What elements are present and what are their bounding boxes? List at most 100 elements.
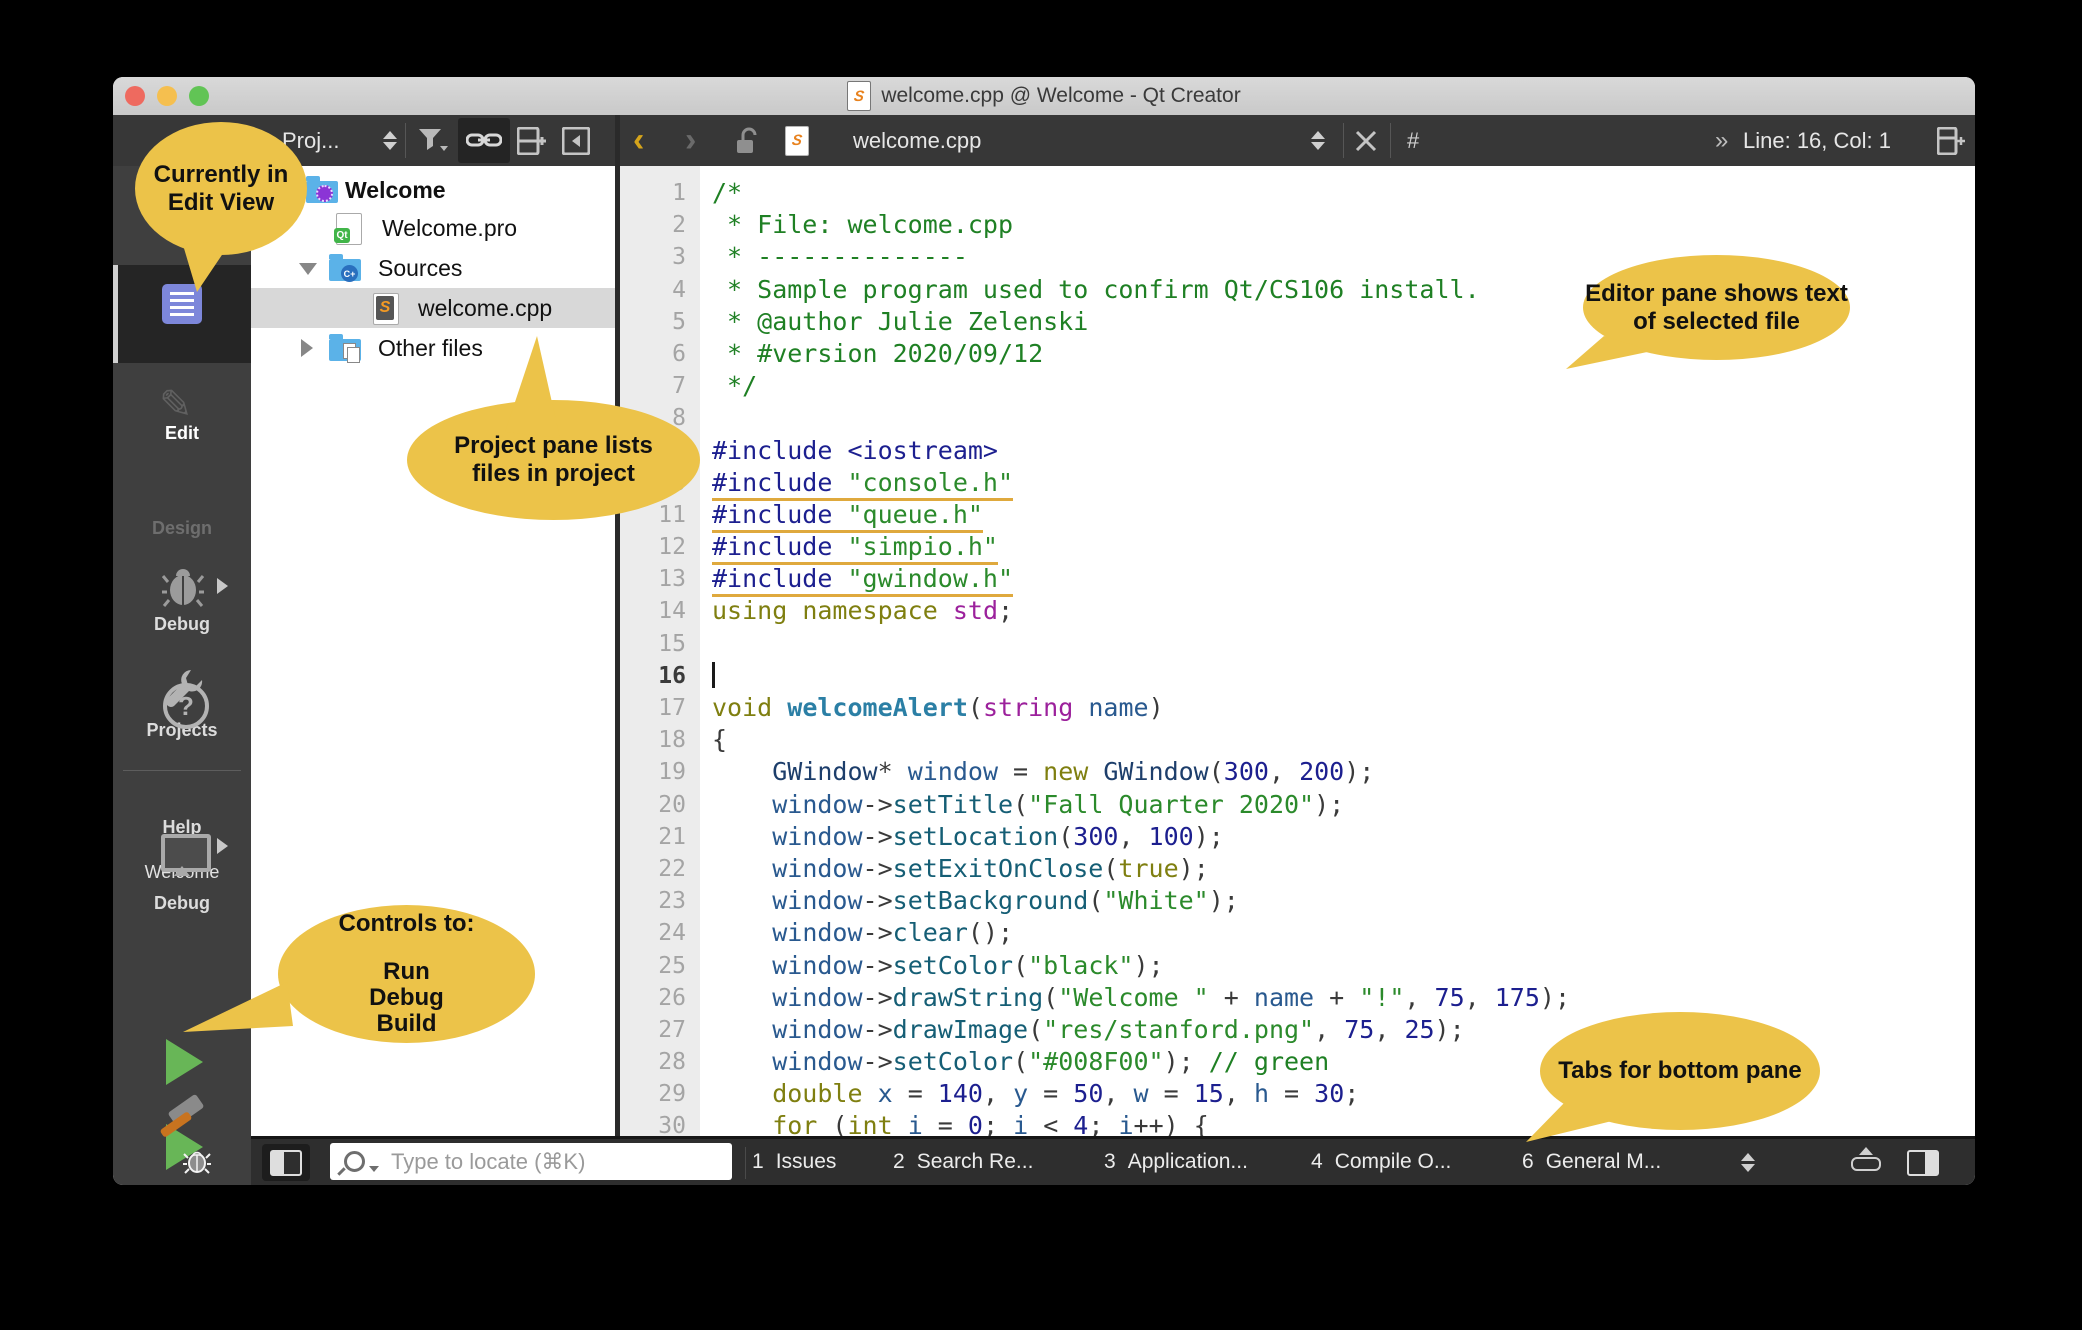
line-content[interactable]: for (int i = 0; i < 4; i++) { — [692, 1110, 1209, 1136]
line-content[interactable] — [692, 628, 712, 660]
output-tab-search-results[interactable]: 2Search Re... — [893, 1139, 1033, 1185]
output-tab-issues[interactable]: 1Issues — [752, 1139, 836, 1185]
line-content[interactable]: * Sample program used to confirm Qt/CS10… — [692, 274, 1480, 306]
code-line[interactable]: 13#include "gwindow.h" — [620, 563, 1975, 595]
help-mode-icon[interactable]: ? — [163, 683, 209, 729]
code-line[interactable]: 21 window->setLocation(300, 100); — [620, 821, 1975, 853]
line-content[interactable]: window->drawImage("res/stanford.png", 75… — [692, 1014, 1465, 1046]
maximize-output-pane-icon[interactable] — [1851, 1147, 1881, 1171]
line-content[interactable]: * -------------- — [692, 241, 968, 273]
pane-selector-updown-icon[interactable] — [383, 115, 397, 166]
debug-mode-arrow-icon[interactable] — [217, 578, 228, 594]
line-content[interactable]: #include <iostream> — [692, 435, 998, 467]
code-line[interactable]: 14using namespace std; — [620, 595, 1975, 627]
line-content[interactable]: #include "queue.h" — [692, 499, 983, 531]
close-document-icon[interactable] — [1355, 115, 1377, 166]
line-content[interactable]: /* — [692, 177, 742, 209]
run-button[interactable] — [166, 1039, 203, 1085]
output-tab-application-output[interactable]: 3Application... — [1104, 1139, 1248, 1185]
kit-selector-icon[interactable] — [161, 834, 211, 872]
text-cursor — [712, 662, 715, 688]
line-content[interactable]: window->drawString("Welcome " + name + "… — [692, 982, 1570, 1014]
code-line[interactable]: 26 window->drawString("Welcome " + name … — [620, 982, 1975, 1014]
code-line[interactable]: 1/* — [620, 177, 1975, 209]
forward-arrow-icon[interactable]: › — [685, 115, 696, 166]
expander-closed-icon[interactable] — [301, 339, 313, 357]
open-file-name[interactable]: welcome.cpp — [853, 115, 981, 166]
line-content[interactable]: window->setColor("#008F00"); // green — [692, 1046, 1329, 1078]
pages-badge-icon — [343, 343, 356, 359]
code-line[interactable]: 25 window->setColor("black"); — [620, 950, 1975, 982]
close-pane-icon[interactable] — [562, 115, 590, 166]
code-line[interactable]: 23 window->setBackground("White"); — [620, 885, 1975, 917]
code-line[interactable]: 16 — [620, 660, 1975, 692]
toggle-right-sidebar-button[interactable] — [1899, 1144, 1947, 1181]
line-content[interactable]: #include "simpio.h" — [692, 531, 998, 563]
line-content[interactable]: using namespace std; — [692, 595, 1013, 627]
line-content[interactable]: void welcomeAlert(string name) — [692, 692, 1164, 724]
tree-row-cpp-file-selected[interactable]: welcome.cpp — [251, 288, 615, 328]
line-content[interactable]: double x = 140, y = 50, w = 15, h = 30; — [692, 1078, 1359, 1110]
code-line[interactable]: 19 GWindow* window = new GWindow(300, 20… — [620, 756, 1975, 788]
split-editor-icon[interactable] — [1937, 115, 1967, 166]
line-content[interactable]: */ — [692, 370, 757, 402]
line-content[interactable]: window->setTitle("Fall Quarter 2020"); — [692, 789, 1344, 821]
document-dropdown-icon[interactable] — [1311, 115, 1325, 166]
line-content[interactable] — [692, 660, 715, 692]
line-content[interactable]: * @author Julie Zelenski — [692, 306, 1088, 338]
design-mode-icon[interactable]: ✎ — [159, 382, 193, 428]
debug-run-bug-icon — [183, 1148, 211, 1174]
minimize-traffic-light[interactable] — [157, 86, 177, 106]
filter-icon[interactable] — [418, 115, 448, 166]
expander-open-icon[interactable] — [299, 263, 317, 275]
build-button[interactable] — [157, 1100, 207, 1150]
code-line[interactable]: 17void welcomeAlert(string name) — [620, 692, 1975, 724]
line-content[interactable]: window->clear(); — [692, 917, 1013, 949]
line-content[interactable]: window->setExitOnClose(true); — [692, 853, 1209, 885]
line-content[interactable]: window->setLocation(300, 100); — [692, 821, 1224, 853]
line-content[interactable]: window->setColor("black"); — [692, 950, 1164, 982]
line-col-indicator[interactable]: Line: 16, Col: 1 — [1743, 115, 1891, 166]
edit-mode-icon[interactable] — [162, 284, 202, 324]
link-with-editor-button[interactable] — [458, 118, 510, 163]
code-line[interactable]: 8 — [620, 402, 1975, 434]
back-arrow-icon[interactable]: ‹ — [633, 115, 644, 166]
debug-mode-icon[interactable] — [162, 566, 204, 608]
code-line[interactable]: 22 window->setExitOnClose(true); — [620, 853, 1975, 885]
code-line[interactable]: 20 window->setTitle("Fall Quarter 2020")… — [620, 789, 1975, 821]
toolbar-overflow-icon[interactable]: » — [1715, 115, 1728, 166]
output-pane-updown-icon[interactable] — [1741, 1139, 1755, 1185]
code-line[interactable]: 18{ — [620, 724, 1975, 756]
line-content[interactable]: window->setBackground("White"); — [692, 885, 1239, 917]
close-traffic-light[interactable] — [125, 86, 145, 106]
output-tab-compile-output[interactable]: 4Compile O... — [1311, 1139, 1451, 1185]
line-content[interactable]: #include "console.h" — [692, 467, 1013, 499]
code-line[interactable]: 9#include <iostream> — [620, 435, 1975, 467]
qt-pro-file-icon — [336, 213, 362, 245]
zoom-traffic-light[interactable] — [189, 86, 209, 106]
code-line[interactable]: 7 */ — [620, 370, 1975, 402]
line-content[interactable]: #include "gwindow.h" — [692, 563, 1013, 595]
sources-folder-icon — [329, 259, 361, 281]
kit-selector-arrow-icon[interactable] — [217, 838, 228, 854]
callout-tabs-text: Tabs for bottom pane — [1540, 1012, 1820, 1130]
toggle-left-sidebar-button[interactable] — [262, 1144, 310, 1181]
line-content[interactable]: * File: welcome.cpp — [692, 209, 1013, 241]
line-content[interactable]: { — [692, 724, 727, 756]
code-line[interactable]: 2 * File: welcome.cpp — [620, 209, 1975, 241]
line-content[interactable]: * #version 2020/09/12 — [692, 338, 1043, 370]
code-line[interactable]: 11#include "queue.h" — [620, 499, 1975, 531]
code-line[interactable]: 24 window->clear(); — [620, 917, 1975, 949]
output-tab-general-messages[interactable]: 6General M... — [1522, 1139, 1661, 1185]
symbol-selector[interactable]: # — [1407, 115, 1419, 166]
code-line[interactable]: 10#include "console.h" — [620, 467, 1975, 499]
line-content[interactable]: GWindow* window = new GWindow(300, 200); — [692, 756, 1374, 788]
line-number: 15 — [620, 628, 692, 660]
code-line[interactable]: 15 — [620, 628, 1975, 660]
tree-row-other-files[interactable]: Other files — [251, 328, 615, 368]
locator-input[interactable]: Type to locate (⌘K) — [330, 1143, 732, 1180]
sidebar-item-debug[interactable]: Debug — [113, 614, 251, 635]
split-pane-icon[interactable] — [517, 115, 551, 166]
code-line[interactable]: 12#include "simpio.h" — [620, 531, 1975, 563]
sidebar-item-design[interactable]: Design — [113, 518, 251, 539]
